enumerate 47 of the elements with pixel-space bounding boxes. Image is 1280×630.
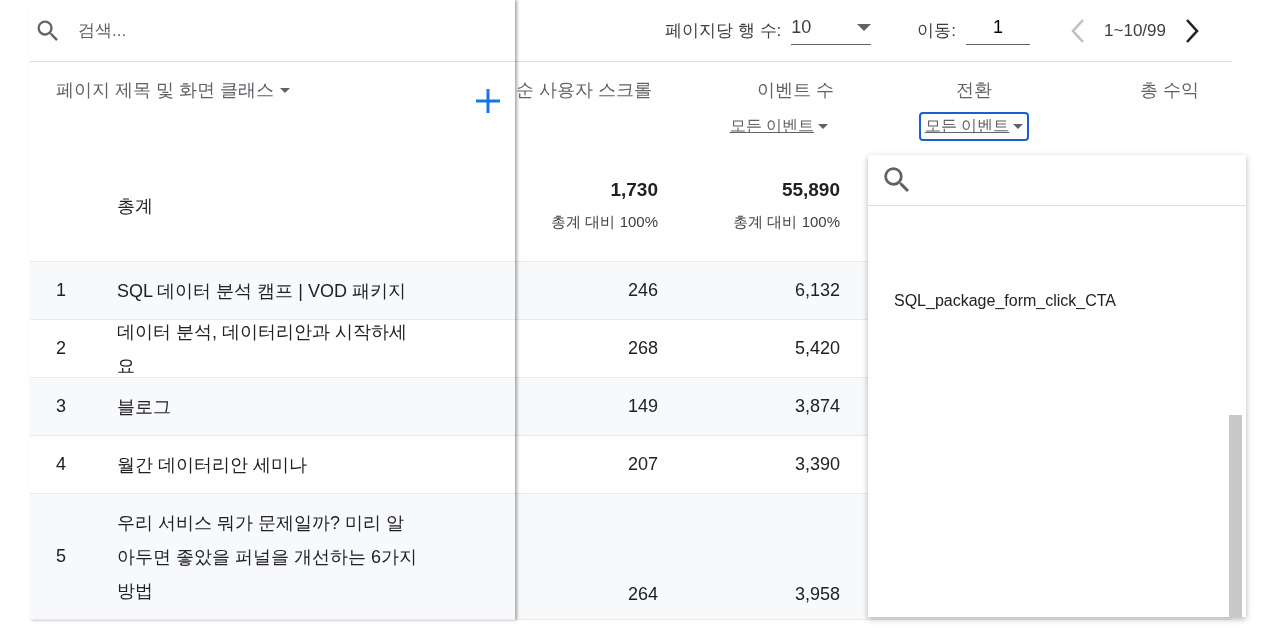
page-title-cell-text: 우리 서비스 뭐가 문제일까? 미리 알아두면 좋았을 퍼널을 개선하는 6가지 방법 xyxy=(117,511,417,603)
column-header: 이벤트 수 xyxy=(757,79,834,102)
row-number: 4 xyxy=(55,454,67,475)
total-value: 55,890 xyxy=(781,179,840,201)
metric-cell-text: 268 xyxy=(626,338,659,359)
caret-icon xyxy=(818,124,828,129)
event-filter-dropdown[interactable]: 모든 이벤트 xyxy=(918,112,1030,141)
goto-field[interactable]: 1 xyxy=(966,16,1031,45)
row-number: 3 xyxy=(55,396,67,417)
add-icon[interactable] xyxy=(475,88,501,114)
chevron-left-icon xyxy=(1070,17,1087,44)
metric-cell-text: 6,132 xyxy=(793,280,841,301)
metric-cell-text: 5,420 xyxy=(793,338,841,359)
metric-cell-text: 3,958 xyxy=(793,584,841,606)
row-number: 5 xyxy=(55,546,67,567)
rows-per-page-select[interactable]: 10 xyxy=(791,16,872,45)
page-title-cell-text: 데이터 분석, 데이터리안과 시작하세요 xyxy=(117,320,408,378)
metric-cell-text: 207 xyxy=(626,454,659,475)
rows-per-page-label: 페이지당 행 수: xyxy=(665,20,782,42)
totals-label: 총계 xyxy=(117,194,154,218)
chevron-right-icon xyxy=(1184,17,1200,44)
metric-cell-text: 246 xyxy=(626,280,659,301)
metric-cell-text: 149 xyxy=(626,396,659,417)
caret-icon xyxy=(857,23,872,31)
page-title-cell-text: 월간 데이터리안 세미나 xyxy=(117,453,308,477)
caret-icon xyxy=(280,87,290,93)
dimension-header[interactable]: 페이지 제목 및 화면 클래스 xyxy=(56,78,290,102)
dropdown-option[interactable]: SQL_package_form_click_CTA xyxy=(868,286,1246,316)
row-number: 2 xyxy=(55,338,67,359)
page-title-cell-text: SQL 데이터 분석 캠프 | VOD 패키지 xyxy=(117,279,408,303)
total-value: 1,730 xyxy=(610,179,658,201)
event-filter-dropdown[interactable]: 모든 이벤트 xyxy=(723,112,834,141)
column-header: 전환 xyxy=(956,79,992,102)
total-share: 총계 대비 100% xyxy=(551,213,658,232)
column-header: 총 수익 xyxy=(1140,79,1199,102)
metric-cell-text: 3,874 xyxy=(793,396,841,417)
row-number: 1 xyxy=(55,280,67,301)
caret-icon xyxy=(1013,124,1024,129)
metric-cell-text: 3,390 xyxy=(793,454,841,475)
column-header: 순 사용자 스크롤 xyxy=(516,79,652,102)
scrollbar-thumb[interactable] xyxy=(1229,415,1242,617)
total-share: 총계 대비 100% xyxy=(733,213,840,232)
next-page-button[interactable] xyxy=(1184,17,1200,44)
page-range: 1~10/99 xyxy=(1104,20,1166,41)
metric-cell-text: 264 xyxy=(626,584,659,606)
goto-label: 이동: xyxy=(917,20,957,42)
page-title-cell-text: 블로그 xyxy=(117,395,172,419)
